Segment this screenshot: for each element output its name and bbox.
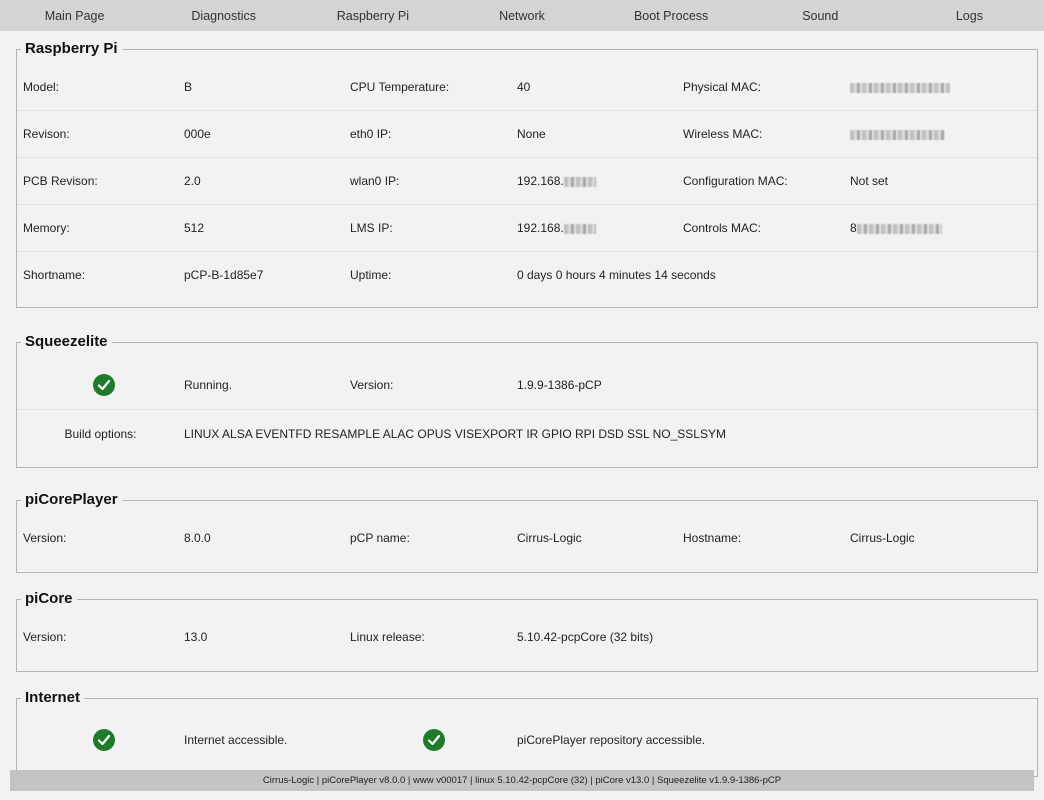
uptime-label: Uptime: <box>350 268 392 282</box>
table-row: Running. Version: 1.9.9-1386-pCP <box>17 361 1037 410</box>
table-row: Version: 8.0.0 pCP name: Cirrus-Logic Ho… <box>17 515 1037 561</box>
nav-diagnostics[interactable]: Diagnostics <box>149 9 298 23</box>
check-circle-icon <box>92 374 115 396</box>
model-label: Model: <box>23 80 60 94</box>
cpu-temp-value: 40 <box>517 80 531 94</box>
eth0-label: eth0 IP: <box>350 127 392 141</box>
wireless-mac-label: Wireless MAC: <box>683 127 763 141</box>
eth0-value: None <box>517 127 546 141</box>
hostname-label: Hostname: <box>683 531 742 545</box>
wlan0-value: 192.168. <box>517 174 683 188</box>
shortname-value: pCP-B-1d85e7 <box>184 268 264 282</box>
pcp-version-label: Version: <box>23 531 67 545</box>
controls-mac-value: 8 <box>850 221 1037 235</box>
memory-label: Memory: <box>23 221 70 235</box>
nav-boot-process[interactable]: Boot Process <box>597 9 746 23</box>
pcb-value: 2.0 <box>184 174 201 188</box>
nav-sound[interactable]: Sound <box>746 9 895 23</box>
picore-title: piCore <box>21 589 77 609</box>
pcp-name-label: pCP name: <box>350 531 410 545</box>
linux-release-label: Linux release: <box>350 630 425 644</box>
footer-text: Cirrus-Logic | piCorePlayer v8.0.0 | www… <box>262 775 782 786</box>
repository-status: piCorePlayer repository accessible. <box>517 733 706 747</box>
nav-main-page[interactable]: Main Page <box>0 9 149 23</box>
table-row: Internet accessible. piCorePlayer reposi… <box>17 717 1037 763</box>
lms-ip-value: 192.168. <box>517 221 683 235</box>
physical-mac-value <box>850 80 1037 94</box>
table-row: Model: B CPU Temperature: 40 Physical MA… <box>17 64 1037 111</box>
cpu-temp-label: CPU Temperature: <box>350 80 450 94</box>
table-row: Revison: 000e eth0 IP: None Wireless MAC… <box>17 111 1037 158</box>
raspberry-pi-title: Raspberry Pi <box>21 39 122 59</box>
picoreplayer-panel: piCorePlayer Version: 8.0.0 pCP name: Ci… <box>16 490 1038 573</box>
lms-ip-label: LMS IP: <box>350 221 393 235</box>
wlan0-label: wlan0 IP: <box>350 174 400 188</box>
picore-version-value: 13.0 <box>184 630 208 644</box>
hostname-value: Cirrus-Logic <box>850 531 915 545</box>
pcb-label: PCB Revison: <box>23 174 98 188</box>
raspberry-pi-panel: Raspberry Pi Model: B CPU Temperature: 4… <box>16 39 1038 308</box>
config-mac-label: Configuration MAC: <box>683 174 788 188</box>
controls-mac-label: Controls MAC: <box>683 221 762 235</box>
wireless-mac-value <box>850 127 1037 141</box>
squeezelite-panel: Squeezelite Running. Version: 1.9.9-1386… <box>16 332 1038 468</box>
check-circle-icon <box>92 729 115 751</box>
pcp-name-value: Cirrus-Logic <box>517 531 582 545</box>
squeezelite-version-label: Version: <box>350 378 394 392</box>
nav-raspberry-pi[interactable]: Raspberry Pi <box>298 9 447 23</box>
internet-status: Internet accessible. <box>184 733 288 747</box>
revision-value: 000e <box>184 127 211 141</box>
squeezelite-title: Squeezelite <box>21 332 112 352</box>
table-row: Memory: 512 LMS IP: 192.168. Controls MA… <box>17 205 1037 252</box>
picore-panel: piCore Version: 13.0 Linux release: 5.10… <box>16 589 1038 672</box>
picoreplayer-title: piCorePlayer <box>21 490 122 510</box>
table-row: Shortname: pCP-B-1d85e7 Uptime: 0 days 0… <box>17 252 1037 298</box>
linux-release-value: 5.10.42-pcpCore (32 bits) <box>517 630 654 644</box>
nav-logs[interactable]: Logs <box>895 9 1044 23</box>
table-row: PCB Revison: 2.0 wlan0 IP: 192.168. Conf… <box>17 158 1037 205</box>
internet-panel: Internet Internet accessible. piCorePlay… <box>16 688 1038 777</box>
build-options-label: Build options: <box>64 427 137 441</box>
model-value: B <box>184 80 193 94</box>
physical-mac-label: Physical MAC: <box>683 80 762 94</box>
build-options-value: LINUX ALSA EVENTFD RESAMPLE ALAC OPUS VI… <box>184 427 726 441</box>
memory-value: 512 <box>184 221 205 235</box>
shortname-label: Shortname: <box>23 268 86 282</box>
footer-status-bar: Cirrus-Logic | piCorePlayer v8.0.0 | www… <box>10 770 1034 791</box>
pcp-version-value: 8.0.0 <box>184 531 211 545</box>
squeezelite-version-value: 1.9.9-1386-pCP <box>517 378 602 392</box>
revision-label: Revison: <box>23 127 70 141</box>
picore-version-label: Version: <box>23 630 67 644</box>
squeezelite-status: Running. <box>184 378 233 392</box>
check-circle-icon <box>422 729 445 751</box>
internet-title: Internet <box>21 688 85 708</box>
top-nav: Main Page Diagnostics Raspberry Pi Netwo… <box>0 0 1044 31</box>
nav-network[interactable]: Network <box>447 9 596 23</box>
uptime-value: 0 days 0 hours 4 minutes 14 seconds <box>517 268 716 282</box>
table-row: Build options: LINUX ALSA EVENTFD RESAMP… <box>17 410 1037 458</box>
config-mac-value: Not set <box>850 174 889 188</box>
table-row: Version: 13.0 Linux release: 5.10.42-pcp… <box>17 614 1037 660</box>
